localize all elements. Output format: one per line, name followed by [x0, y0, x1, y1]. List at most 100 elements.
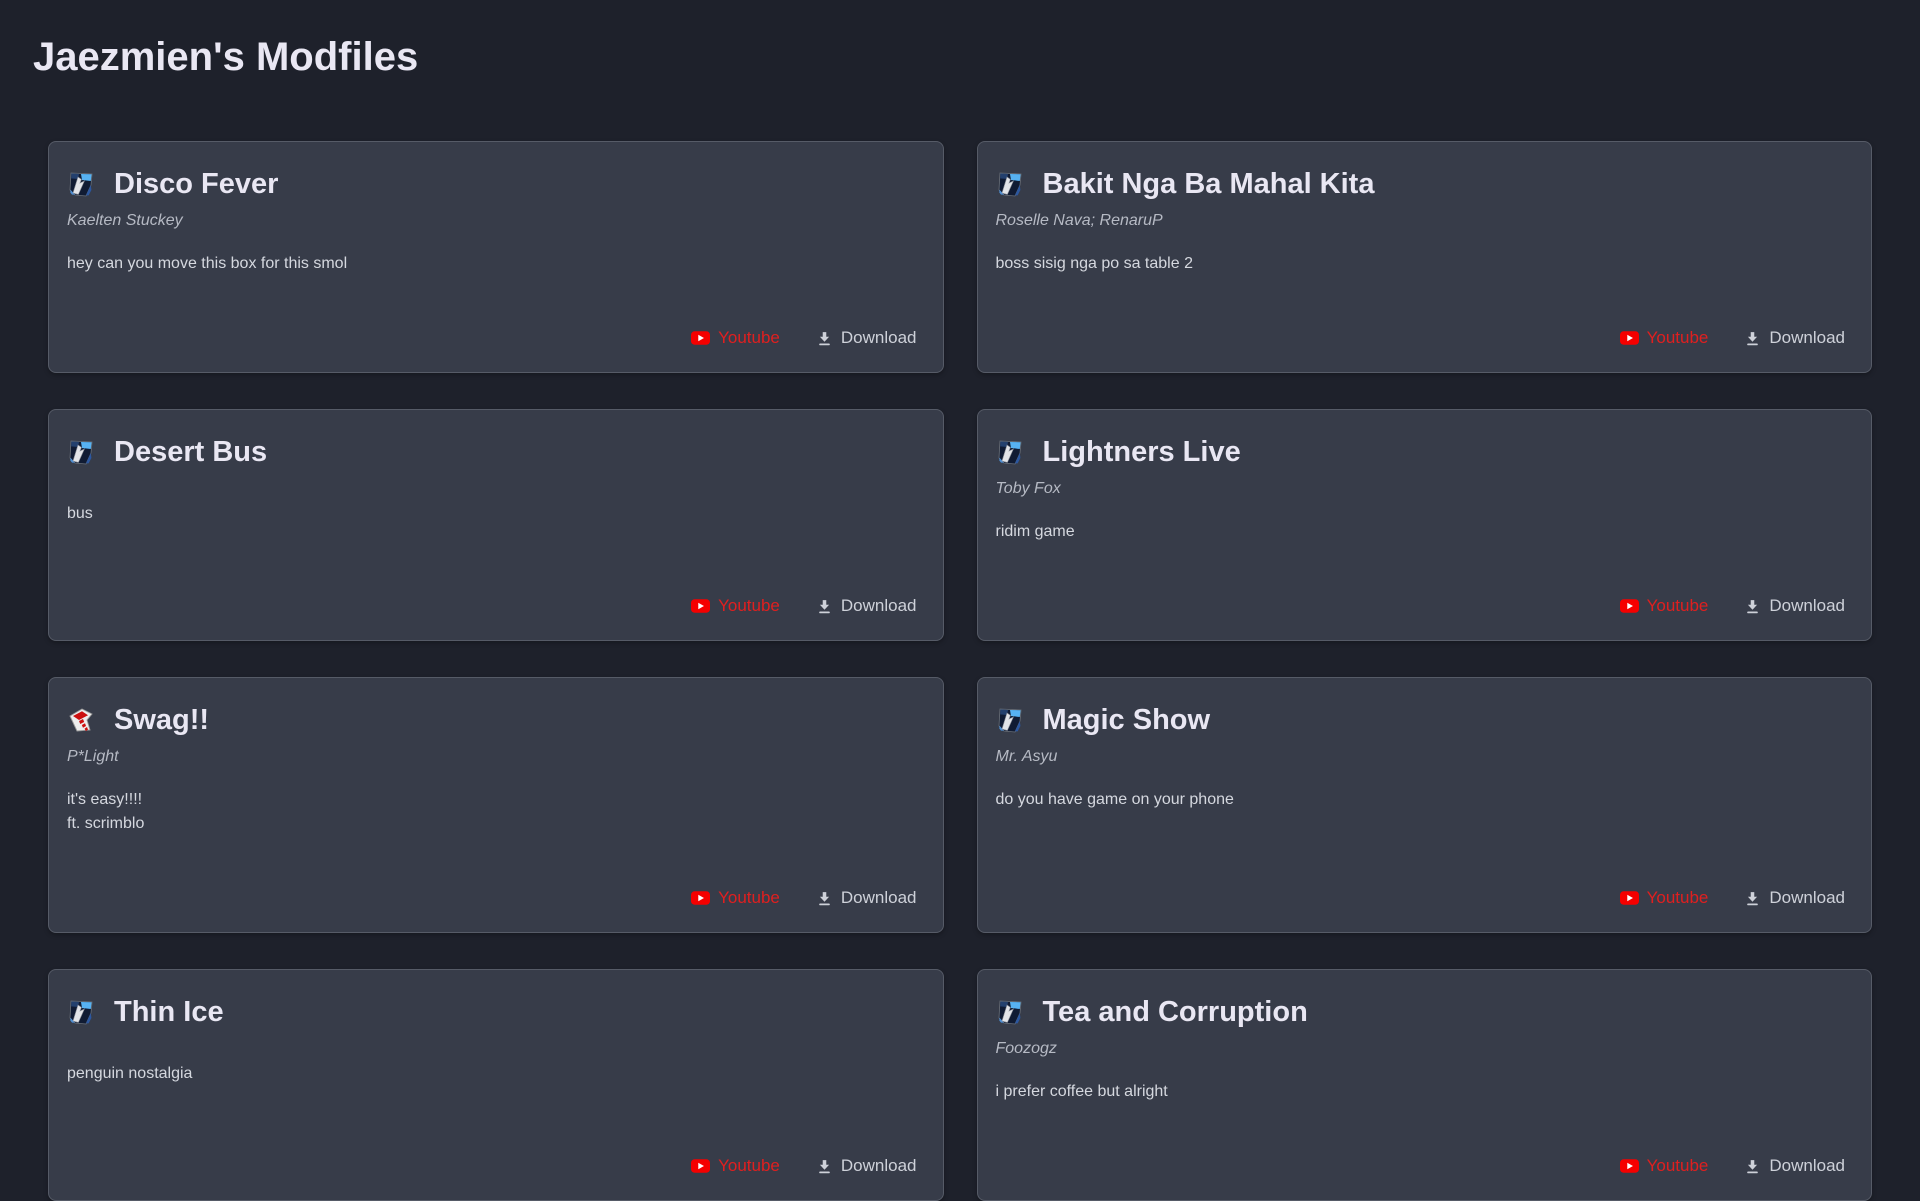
youtube-play-icon [691, 891, 711, 905]
youtube-play-icon [1619, 599, 1639, 613]
download-link[interactable]: Download [816, 888, 917, 908]
youtube-play-icon [691, 1159, 711, 1173]
youtube-link-label: Youtube [718, 596, 780, 615]
modfile-actions: Youtube Download [67, 1156, 917, 1176]
download-link-label: Download [840, 1156, 917, 1175]
modfile-card: Magic Show Mr. Asyu do you have game on … [976, 677, 1872, 933]
youtube-link[interactable]: Youtube [691, 1156, 780, 1176]
download-arrow-icon [1744, 890, 1761, 907]
download-link[interactable]: Download [1744, 888, 1845, 908]
download-arrow-icon [1744, 1158, 1761, 1175]
page-title: Jaezmien's Modfiles [33, 35, 419, 79]
modfile-title: Bakit Nga Ba Mahal Kita [1042, 168, 1375, 200]
modfile-artist: Kaelten Stuckey [67, 212, 183, 229]
modfile-description: bus [67, 505, 93, 522]
youtube-link[interactable]: Youtube [1619, 596, 1709, 616]
modfile-description: boss sisig nga po sa table 2 [995, 255, 1193, 272]
broken-image-blue-icon [996, 170, 1024, 198]
modfile-artist: Foozogz [995, 1040, 1057, 1057]
youtube-link-label: Youtube [1646, 888, 1709, 907]
modfiles-grid: Disco Fever Kaelten Stuckey hey can you … [48, 141, 1872, 1201]
modfile-header: Swag!! [67, 704, 917, 736]
modfile-header: Tea and Corruption [996, 996, 1846, 1028]
modfile-description: it's easy!!!! ft. scrimblo [67, 791, 145, 832]
youtube-play-icon [691, 599, 711, 613]
broken-image-blue-icon [67, 438, 95, 466]
modfile-header: Bakit Nga Ba Mahal Kita [996, 168, 1846, 200]
youtube-play-icon [1619, 331, 1639, 345]
modfile-header: Magic Show [996, 704, 1846, 736]
modfile-actions: Youtube Download [67, 596, 917, 616]
download-link-label: Download [840, 328, 917, 347]
modfile-header: Thin Ice [67, 996, 917, 1028]
youtube-play-icon [1619, 1159, 1639, 1173]
modfile-description: do you have game on your phone [995, 791, 1234, 808]
modfile-card: Disco Fever Kaelten Stuckey hey can you … [48, 141, 944, 373]
modfile-title: Disco Fever [114, 168, 279, 200]
youtube-play-icon [1619, 891, 1639, 905]
youtube-link[interactable]: Youtube [691, 328, 780, 348]
download-arrow-icon [816, 330, 833, 347]
youtube-link[interactable]: Youtube [1619, 1156, 1709, 1176]
youtube-link-label: Youtube [718, 1156, 780, 1175]
youtube-link[interactable]: Youtube [691, 596, 780, 616]
download-link[interactable]: Download [1744, 596, 1845, 616]
youtube-link[interactable]: Youtube [1619, 888, 1709, 908]
broken-image-blue-icon [996, 998, 1024, 1026]
download-arrow-icon [1744, 598, 1761, 615]
modfile-card: Bakit Nga Ba Mahal Kita Roselle Nava; Re… [976, 141, 1872, 373]
youtube-link-label: Youtube [718, 328, 780, 347]
modfile-card: Tea and Corruption Foozogz i prefer coff… [976, 969, 1872, 1201]
broken-image-blue-icon [67, 170, 95, 198]
download-link[interactable]: Download [1744, 328, 1845, 348]
modfile-actions: Youtube Download [996, 888, 1845, 908]
modfile-header: Disco Fever [67, 168, 917, 200]
modfile-card: Swag!! P*Light it's easy!!!! ft. scrimblo… [48, 677, 944, 933]
modfile-title: Swag!! [114, 704, 210, 736]
download-link[interactable]: Download [816, 596, 917, 616]
modfile-title: Magic Show [1042, 704, 1211, 736]
modfile-actions: Youtube Download [67, 888, 917, 908]
modfile-card: Thin Ice penguin nostalgia Youtube Downl… [48, 969, 944, 1201]
youtube-link-label: Youtube [1646, 328, 1709, 347]
download-link-label: Download [1769, 888, 1845, 907]
modfile-actions: Youtube Download [996, 328, 1845, 348]
download-link-label: Download [840, 596, 917, 615]
modfile-artist: Mr. Asyu [995, 748, 1058, 765]
download-arrow-icon [816, 890, 833, 907]
download-link-label: Download [1769, 1156, 1845, 1175]
modfile-actions: Youtube Download [996, 1156, 1845, 1176]
modfile-title: Desert Bus [114, 436, 268, 468]
modfile-title: Thin Ice [114, 996, 224, 1028]
modfile-title: Tea and Corruption [1042, 996, 1308, 1028]
modfile-card: Lightners Live Toby Fox ridim game Youtu… [976, 409, 1872, 641]
download-arrow-icon [1744, 330, 1761, 347]
youtube-link-label: Youtube [1646, 1156, 1709, 1175]
modfile-title: Lightners Live [1042, 436, 1241, 468]
youtube-play-icon [691, 331, 711, 345]
modfile-description: hey can you move this box for this smol [67, 255, 348, 272]
youtube-link-label: Youtube [718, 888, 780, 907]
broken-image-red-icon [67, 706, 95, 734]
youtube-link-label: Youtube [1646, 596, 1709, 615]
download-link[interactable]: Download [816, 1156, 917, 1176]
modfile-description: penguin nostalgia [67, 1065, 193, 1082]
download-link[interactable]: Download [1744, 1156, 1845, 1176]
download-arrow-icon [816, 1158, 833, 1175]
modfile-actions: Youtube Download [996, 596, 1845, 616]
download-link-label: Download [1769, 596, 1845, 615]
modfile-description: ridim game [995, 523, 1075, 540]
download-link-label: Download [840, 888, 917, 907]
download-link-label: Download [1769, 328, 1845, 347]
download-arrow-icon [816, 598, 833, 615]
modfile-header: Desert Bus [67, 436, 917, 468]
download-link[interactable]: Download [816, 328, 917, 348]
modfile-actions: Youtube Download [67, 328, 917, 348]
modfile-description: i prefer coffee but alright [995, 1083, 1168, 1100]
broken-image-blue-icon [996, 438, 1024, 466]
modfile-artist: P*Light [67, 748, 119, 765]
modfile-header: Lightners Live [996, 436, 1846, 468]
modfile-artist: Roselle Nava; RenaruP [995, 212, 1163, 229]
youtube-link[interactable]: Youtube [1619, 328, 1709, 348]
youtube-link[interactable]: Youtube [691, 888, 780, 908]
